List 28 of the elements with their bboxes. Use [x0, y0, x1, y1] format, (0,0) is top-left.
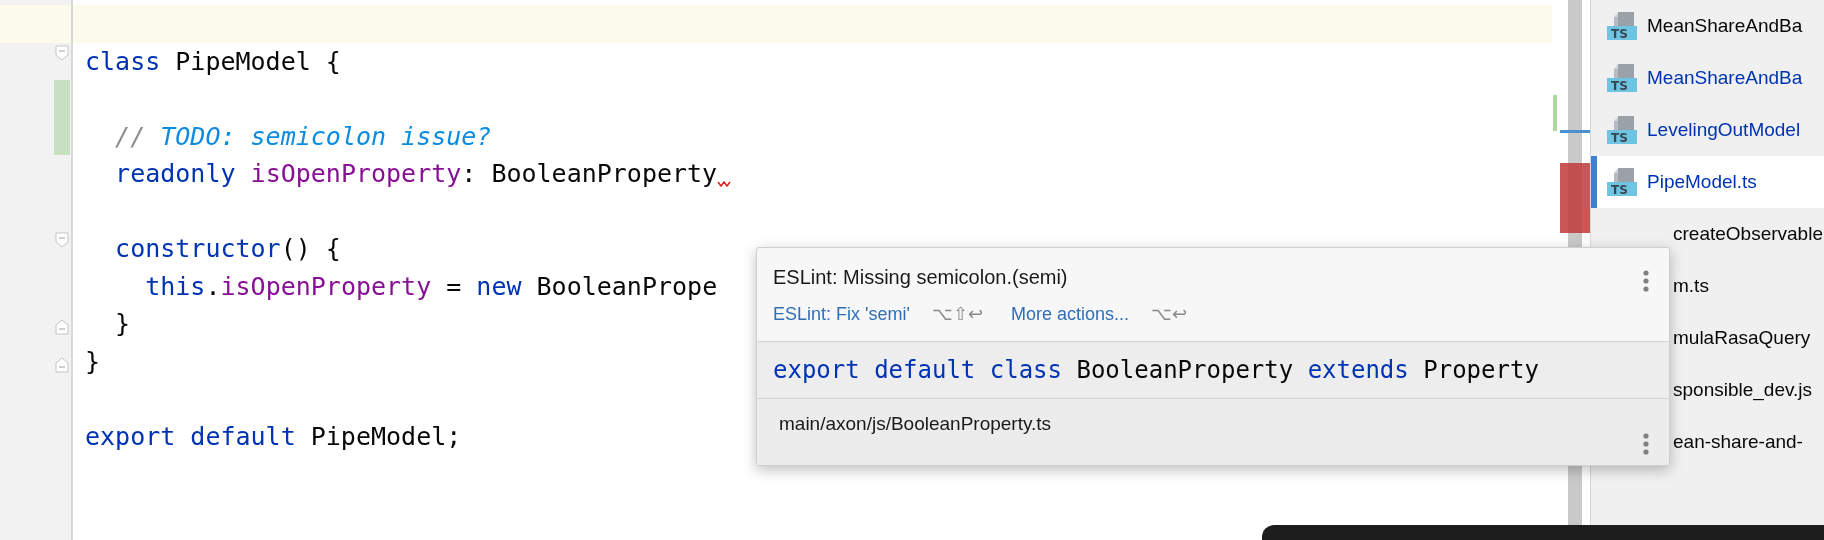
caret-stripe: [1560, 130, 1590, 133]
code-line: this.isOpenProperty = new BooleanPrope: [144, 270, 718, 303]
change-stripe: [1553, 95, 1557, 131]
declaration-code: export default class BooleanProperty extends Property: [757, 341, 1669, 399]
more-options-icon[interactable]: [1643, 270, 1649, 292]
more-options-icon[interactable]: [1643, 433, 1649, 455]
action-link[interactable]: More actions...: [1010, 303, 1129, 325]
code-line: readonly isOpenProperty: BooleanProperty: [114, 158, 718, 190]
file-item[interactable]: createObservable: [1591, 208, 1824, 260]
fold-icon[interactable]: [55, 356, 69, 373]
shortcut-hint: ⌥⇧↩: [931, 303, 983, 325]
code-line: }: [84, 345, 101, 378]
code-line: // TODO: semicolon issue?: [114, 120, 492, 153]
file-item[interactable]: TS MeanShareAndBa: [1591, 0, 1824, 52]
code-line: }: [114, 308, 131, 340]
file-item[interactable]: TS LevelingOutModel: [1591, 104, 1824, 156]
code-line: export default PipeModel;: [84, 420, 462, 453]
error-message: ESLint: Missing semicolon.(semi): [773, 266, 1068, 289]
code-line: class PipeModel {: [84, 45, 341, 78]
error-stripe[interactable]: [1560, 163, 1590, 233]
shortcut-hint: ⌥↩: [1150, 303, 1187, 325]
code-line: constructor() {: [114, 233, 341, 265]
fold-icon[interactable]: [55, 44, 69, 61]
fold-icon[interactable]: [55, 319, 69, 335]
file-item[interactable]: TS MeanShareAndBa: [1591, 52, 1824, 104]
action-link[interactable]: ESLint: Fix 'semi': [773, 303, 910, 325]
fold-icon[interactable]: [55, 232, 69, 248]
file-item[interactable]: TS PipeModel.ts: [1591, 156, 1824, 208]
